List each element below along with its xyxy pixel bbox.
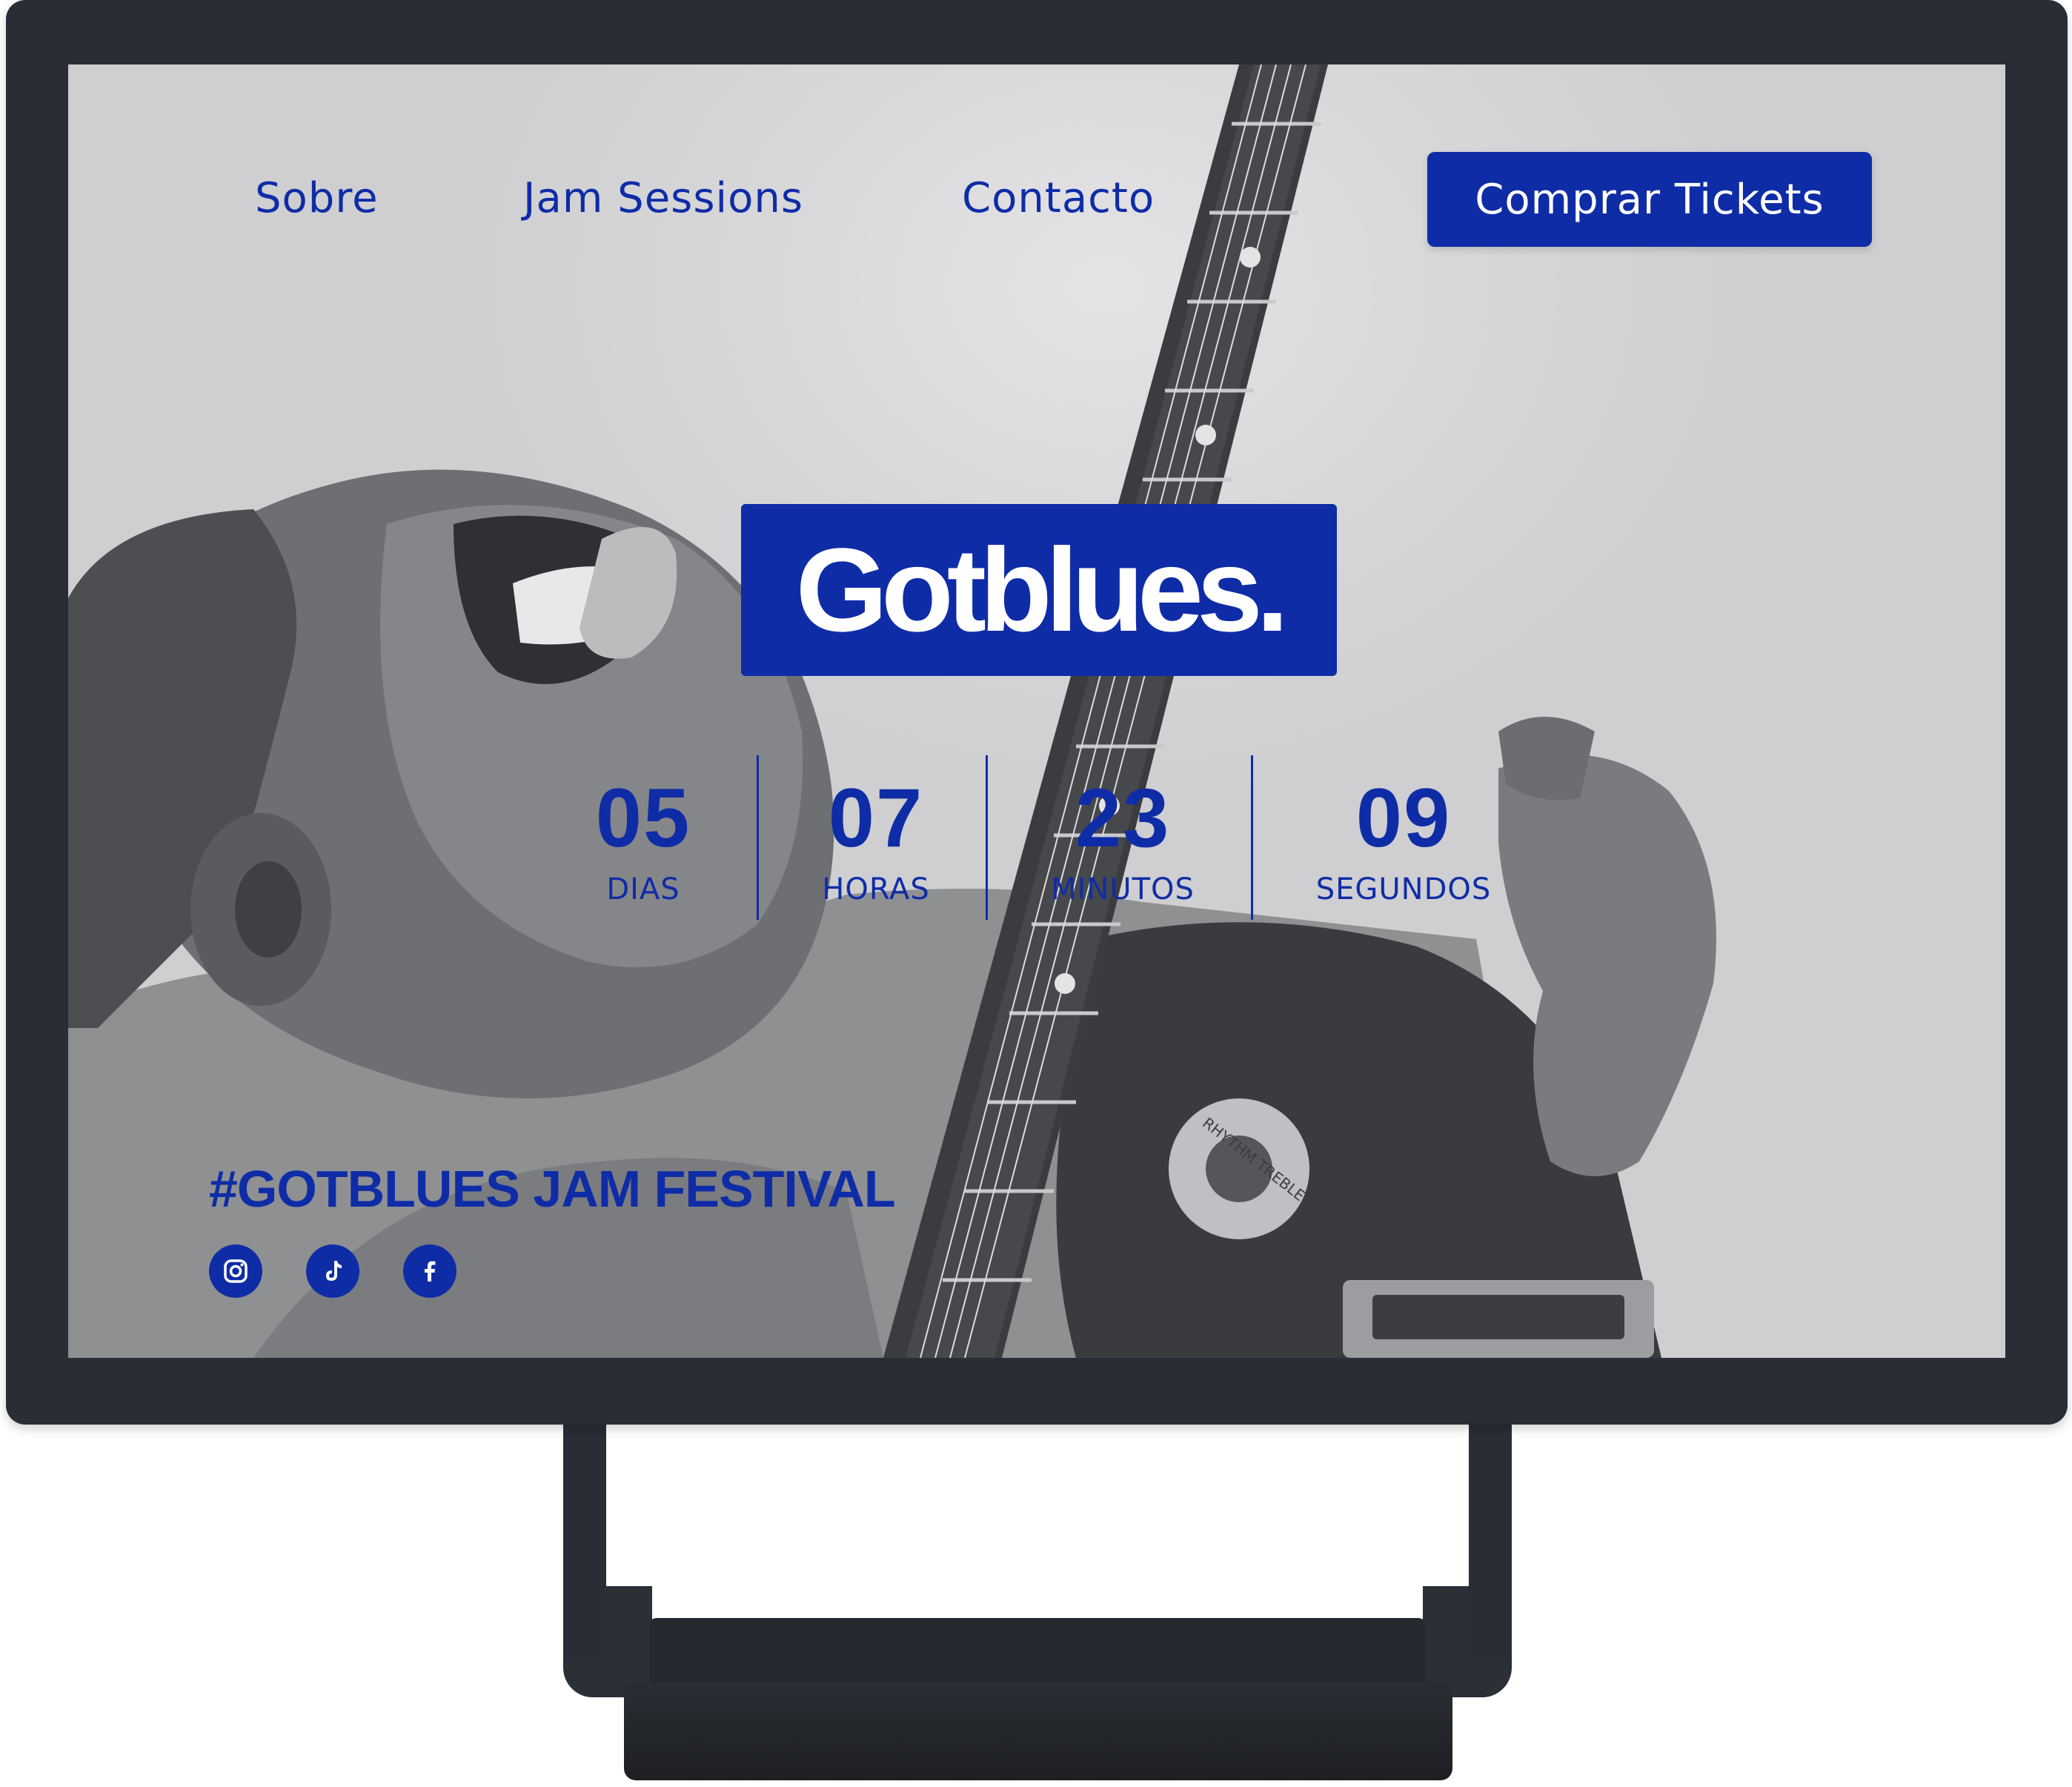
buy-tickets-button[interactable]: Comprar Tickets <box>1427 152 1872 247</box>
monitor-frame: RHYTHM TREBLE Sobre Jam Sessions Contact… <box>6 0 2068 1425</box>
tiktok-icon[interactable] <box>306 1244 359 1298</box>
countdown-minutes-value: 23 <box>1075 772 1171 864</box>
nav-link-sobre[interactable]: Sobre <box>255 174 379 222</box>
countdown-hours-value: 07 <box>828 772 924 864</box>
facebook-icon[interactable] <box>403 1244 456 1298</box>
countdown-days-value: 05 <box>595 772 691 864</box>
countdown-days-label: DIAS <box>606 872 680 906</box>
logo-text: Gotblues. <box>795 523 1289 656</box>
site-logo: Gotblues. <box>741 504 1337 676</box>
countdown-hours-label: HORAS <box>822 872 930 906</box>
countdown-divider <box>1251 755 1253 920</box>
countdown-divider <box>986 755 988 920</box>
countdown-seconds-label: SEGUNDOS <box>1315 872 1492 906</box>
nav-link-contacto[interactable]: Contacto <box>962 174 1155 222</box>
countdown-minutes-label: MINUTOS <box>1051 872 1195 906</box>
monitor-stand-base <box>624 1682 1452 1780</box>
instagram-icon[interactable] <box>209 1244 262 1298</box>
nav-link-jam-sessions[interactable]: Jam Sessions <box>523 174 803 222</box>
page: RHYTHM TREBLE Sobre Jam Sessions Contact… <box>0 0 2072 1787</box>
website-screen: RHYTHM TREBLE Sobre Jam Sessions Contact… <box>68 64 2005 1358</box>
festival-tagline: #GOTBLUES JAM FESTIVAL <box>209 1160 896 1218</box>
monitor-stand-base-top <box>649 1618 1426 1685</box>
countdown-seconds-value: 09 <box>1355 772 1452 864</box>
